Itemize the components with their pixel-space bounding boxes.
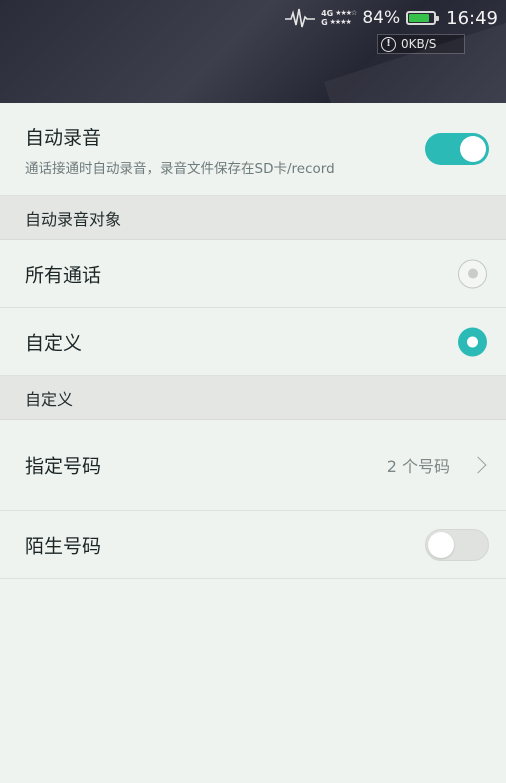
net-speed-badge: ! 0KB/S: [377, 34, 465, 54]
battery-fill: [409, 14, 430, 22]
option-custom-label: 自定义: [25, 332, 83, 354]
unknown-numbers-label: 陌生号码: [25, 535, 102, 557]
signal-stars-bottom-icon: ★★★★: [329, 18, 352, 26]
signal-wave-icon: [285, 8, 316, 28]
radio-custom[interactable]: [458, 327, 487, 356]
auto-record-toggle[interactable]: [425, 133, 489, 165]
net-speed-text: 0KB/S: [401, 37, 437, 51]
network-type-top: 4G: [321, 9, 334, 18]
status-bar-area: 4G ★★★☆ G ★★★★ 84% 16:49 ! 0KB/S: [0, 0, 506, 103]
unknown-numbers-toggle[interactable]: [425, 529, 489, 561]
specified-numbers-item[interactable]: 指定号码 2 个号码: [0, 420, 506, 511]
radio-all-calls[interactable]: [458, 259, 487, 288]
auto-record-title: 自动录音: [25, 127, 102, 149]
auto-record-subtitle: 通话接通时自动录音，录音文件保存在SD卡/record: [25, 161, 335, 177]
unknown-numbers-setting[interactable]: 陌生号码: [0, 511, 506, 579]
toggle-knob: [428, 532, 454, 558]
status-bar: 4G ★★★☆ G ★★★★ 84% 16:49: [285, 4, 498, 32]
battery-icon: [406, 11, 440, 25]
option-all-calls[interactable]: 所有通话: [0, 240, 506, 308]
network-type-bottom: G: [321, 18, 328, 27]
auto-record-setting[interactable]: 自动录音 通话接通时自动录音，录音文件保存在SD卡/record: [0, 103, 506, 196]
toggle-knob: [460, 136, 486, 162]
option-all-calls-label: 所有通话: [25, 264, 102, 286]
section-header-record-target: 自动录音对象: [0, 196, 506, 240]
chevron-right-icon: [469, 456, 487, 474]
info-icon: !: [381, 36, 396, 52]
specified-numbers-label: 指定号码: [25, 455, 102, 478]
network-indicator: 4G ★★★☆ G ★★★★: [321, 9, 357, 27]
specified-numbers-count: 2 个号码: [386, 457, 450, 476]
option-custom[interactable]: 自定义: [0, 308, 506, 376]
settings-list: 自动录音 通话接通时自动录音，录音文件保存在SD卡/record 自动录音对象 …: [0, 103, 506, 579]
clock: 16:49: [446, 7, 498, 29]
signal-stars-top-icon: ★★★☆: [335, 9, 357, 17]
section-header-custom: 自定义: [0, 376, 506, 420]
battery-percent: 84%: [362, 8, 401, 28]
